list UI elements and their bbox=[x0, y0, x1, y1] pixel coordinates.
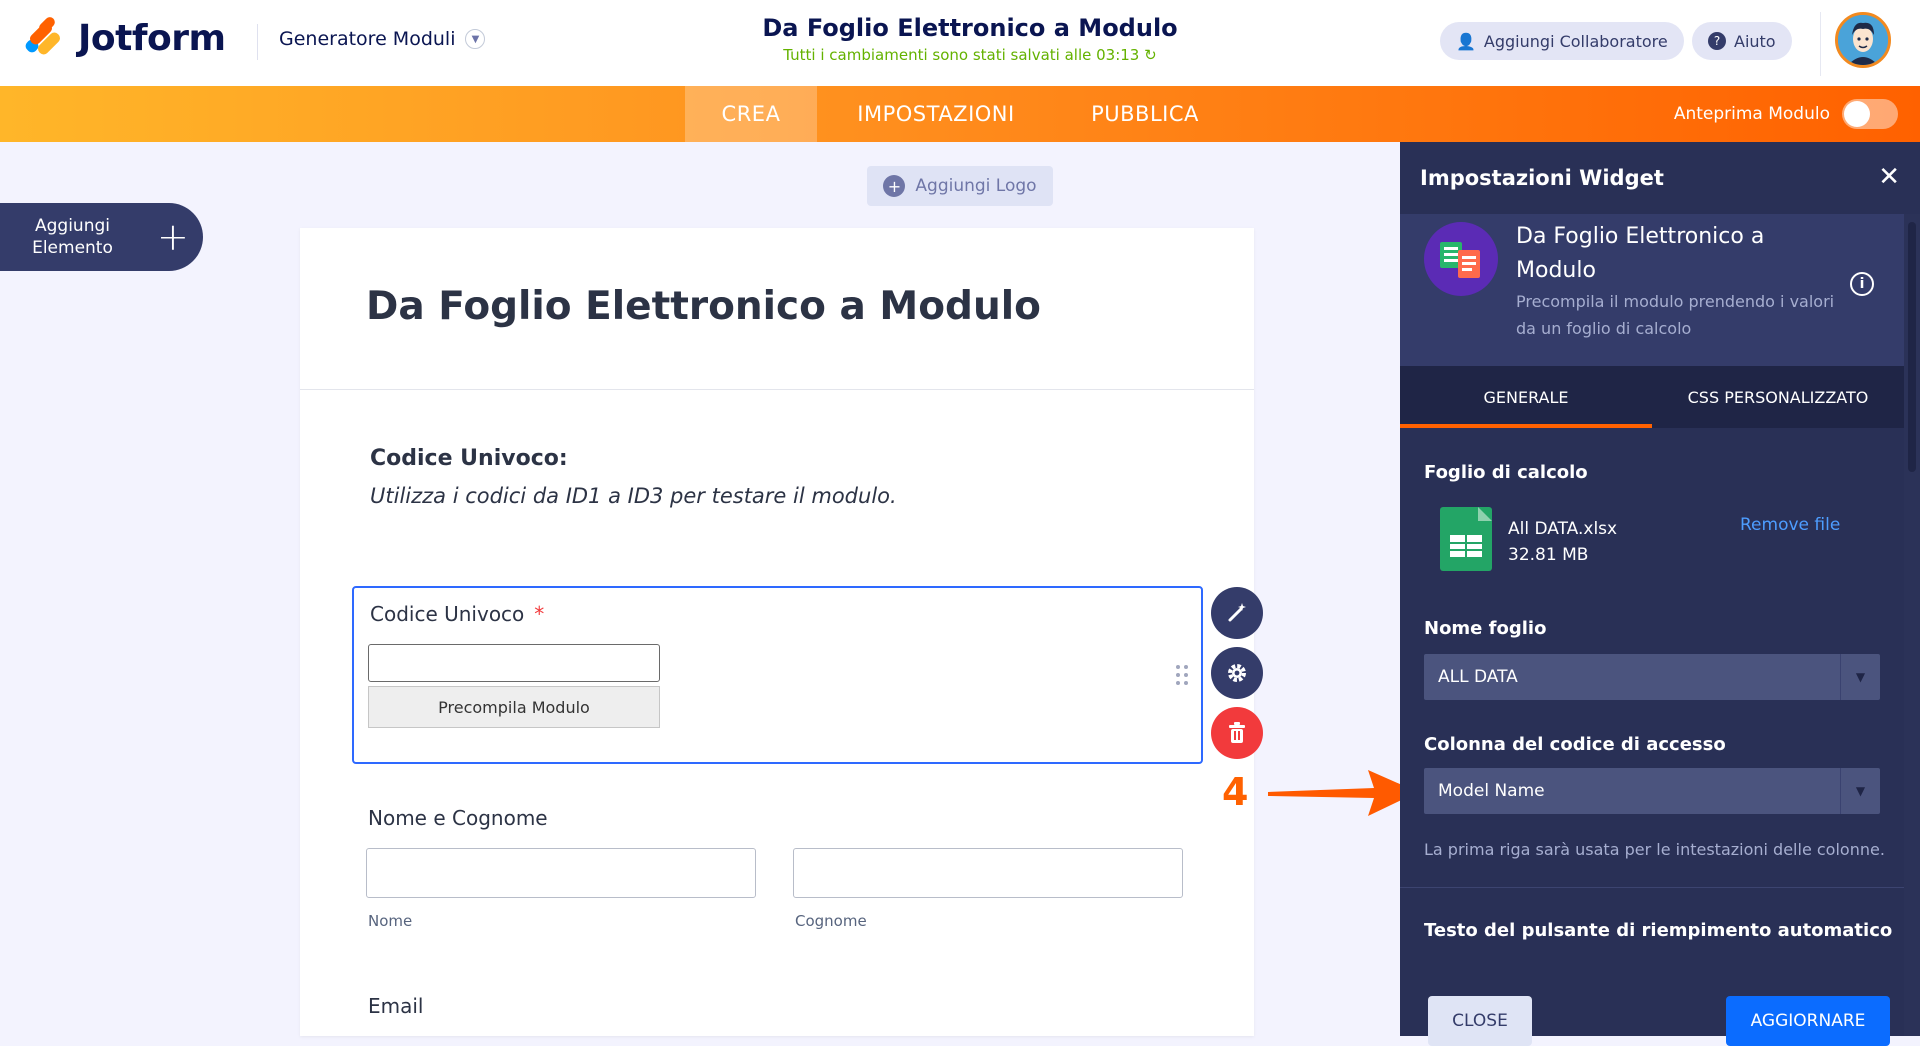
form-header[interactable]: Da Foglio Elettronico a Modulo bbox=[300, 228, 1254, 390]
prefill-button[interactable]: Precompila Modulo bbox=[368, 686, 660, 728]
add-collaborator-button[interactable]: 👤 Aggiungi Collaboratore bbox=[1440, 22, 1684, 60]
builder-navbar: CREA IMPOSTAZIONI PUBBLICA Anteprima Mod… bbox=[0, 86, 1920, 142]
widget-name: Da Foglio Elettronico a Modulo bbox=[1516, 224, 1765, 283]
intro-text[interactable]: Utilizza i codici da ID1 a ID3 per testa… bbox=[370, 484, 897, 508]
header-row-hint: La prima riga sarà usata per le intestaz… bbox=[1424, 840, 1885, 859]
first-name-input[interactable] bbox=[366, 848, 756, 898]
avatar[interactable] bbox=[1835, 12, 1891, 68]
panel-tabs: GENERALE CSS PERSONALIZZATO bbox=[1400, 366, 1904, 428]
close-button[interactable]: CLOSE bbox=[1428, 996, 1532, 1046]
tab-impostazioni[interactable]: IMPOSTAZIONI bbox=[838, 86, 1034, 142]
add-element-line2: Elemento bbox=[32, 238, 113, 258]
info-icon[interactable]: i bbox=[1850, 272, 1874, 296]
form-card: Da Foglio Elettronico a Modulo Codice Un… bbox=[300, 228, 1254, 1036]
add-element-line1: Aggiungi bbox=[35, 216, 110, 236]
scrollbar-thumb[interactable] bbox=[1908, 222, 1916, 472]
builder-menu-label: Generatore Moduli bbox=[279, 28, 456, 50]
toggle-knob bbox=[1844, 101, 1870, 127]
avatar-container bbox=[1820, 12, 1891, 76]
jotform-logo-icon bbox=[23, 15, 63, 58]
save-status: Tutti i cambiamenti sono stati salvati a… bbox=[640, 46, 1300, 64]
close-icon[interactable]: ✕ bbox=[1878, 162, 1900, 192]
add-element-button[interactable]: Aggiungi Elemento + bbox=[0, 203, 203, 271]
top-header: Jotform Generatore Moduli ▼ Da Foglio El… bbox=[0, 0, 1920, 86]
jotform-logo[interactable]: Jotform bbox=[23, 15, 226, 59]
tab-generale[interactable]: GENERALE bbox=[1400, 366, 1652, 428]
sheet-name-select[interactable]: ALL DATA ▼ bbox=[1424, 654, 1880, 700]
panel-title: Impostazioni Widget bbox=[1420, 166, 1664, 190]
plus-icon: + bbox=[157, 215, 189, 259]
intro-title[interactable]: Codice Univoco: bbox=[370, 446, 568, 471]
add-logo-label: Aggiungi Logo bbox=[915, 176, 1037, 196]
first-name-sublabel: Nome bbox=[368, 912, 413, 930]
uploaded-file: All DATA.xlsx 32.81 MB Remove file bbox=[1440, 507, 1870, 577]
save-status-text: Tutti i cambiamenti sono stati salvati a… bbox=[783, 46, 1140, 64]
header-divider bbox=[257, 24, 258, 60]
form-preview-control: Anteprima Modulo bbox=[1674, 86, 1898, 142]
name-field-label[interactable]: Nome e Cognome bbox=[368, 806, 548, 830]
magic-wand-icon bbox=[1228, 603, 1246, 622]
widget-description: Precompila il modulo prendendo i valori … bbox=[1516, 292, 1835, 338]
tab-pubblica[interactable]: PUBBLICA bbox=[1060, 86, 1230, 142]
dropdown-arrow-icon: ▼ bbox=[1840, 654, 1880, 700]
autofill-button-text-label: Testo del pulsante di riempimento automa… bbox=[1424, 920, 1893, 941]
delete-button[interactable] bbox=[1211, 707, 1263, 759]
file-size: 32.81 MB bbox=[1508, 545, 1589, 565]
access-column-value: Model Name bbox=[1438, 781, 1545, 801]
question-icon: ? bbox=[1708, 32, 1726, 50]
add-collaborator-label: Aggiungi Collaboratore bbox=[1483, 31, 1668, 51]
widget-settings-panel: Impostazioni Widget ✕ Da Foglio Elettron… bbox=[1400, 142, 1920, 1046]
preview-toggle[interactable] bbox=[1842, 99, 1898, 129]
trash-icon bbox=[1229, 722, 1245, 743]
access-column-select[interactable]: Model Name ▼ bbox=[1424, 768, 1880, 814]
form-title-area: Da Foglio Elettronico a Modulo Tutti i c… bbox=[640, 14, 1300, 64]
spreadsheet-file-icon bbox=[1440, 507, 1492, 571]
field-label: Codice Univoco * bbox=[370, 602, 544, 626]
email-field-label[interactable]: Email bbox=[368, 994, 424, 1018]
step-number: 4 bbox=[1222, 770, 1249, 814]
spreadsheet-to-form-icon bbox=[1440, 242, 1480, 278]
add-logo-button[interactable]: + Aggiungi Logo bbox=[867, 166, 1053, 206]
widget-icon bbox=[1424, 222, 1498, 296]
avatar-illustration bbox=[1838, 15, 1888, 65]
drag-handle-icon[interactable] bbox=[1176, 665, 1190, 687]
form-title[interactable]: Da Foglio Elettronico a Modulo bbox=[640, 14, 1300, 42]
tab-crea[interactable]: CREA bbox=[685, 86, 817, 142]
update-button[interactable]: AGGIORNARE bbox=[1726, 996, 1890, 1046]
help-label: Aiuto bbox=[1734, 31, 1776, 51]
form-heading[interactable]: Da Foglio Elettronico a Modulo bbox=[366, 284, 1041, 329]
logo-text: Jotform bbox=[78, 17, 226, 59]
plus-circle-icon: + bbox=[883, 175, 906, 197]
panel-scrollbar[interactable] bbox=[1904, 214, 1920, 1036]
refresh-icon: ↻ bbox=[1144, 46, 1157, 64]
field-label-text: Codice Univoco bbox=[370, 602, 525, 626]
required-mark: * bbox=[534, 602, 545, 626]
panel-divider bbox=[1400, 887, 1904, 888]
add-element-label: Aggiungi Elemento bbox=[0, 215, 145, 259]
tab-css-personalizzato[interactable]: CSS PERSONALIZZATO bbox=[1652, 366, 1904, 428]
properties-button[interactable] bbox=[1211, 647, 1263, 699]
field-codice-univoco[interactable]: Codice Univoco * Precompila Modulo bbox=[352, 586, 1203, 764]
panel-header: Impostazioni Widget ✕ bbox=[1400, 142, 1920, 214]
code-input[interactable] bbox=[368, 644, 660, 682]
widget-info: Da Foglio Elettronico a Modulo Precompil… bbox=[1400, 214, 1904, 366]
add-user-icon: 👤 bbox=[1456, 31, 1476, 51]
gear-icon bbox=[1228, 664, 1246, 682]
sheet-name-label: Nome foglio bbox=[1424, 618, 1547, 639]
builder-menu[interactable]: Generatore Moduli ▼ bbox=[279, 28, 486, 50]
spreadsheet-label: Foglio di calcolo bbox=[1424, 462, 1588, 483]
chevron-down-icon: ▼ bbox=[465, 29, 486, 49]
dropdown-arrow-icon: ▼ bbox=[1840, 768, 1880, 814]
help-button[interactable]: ? Aiuto bbox=[1692, 22, 1792, 60]
access-column-label: Colonna del codice di accesso bbox=[1424, 734, 1726, 755]
preview-label: Anteprima Modulo bbox=[1673, 104, 1830, 124]
annotation-arrow bbox=[1268, 770, 1418, 816]
file-name: All DATA.xlsx bbox=[1508, 519, 1618, 539]
last-name-input[interactable] bbox=[793, 848, 1183, 898]
last-name-sublabel: Cognome bbox=[795, 912, 867, 930]
remove-file-link[interactable]: Remove file bbox=[1740, 515, 1840, 535]
wand-button[interactable] bbox=[1211, 587, 1263, 639]
sheet-name-value: ALL DATA bbox=[1438, 667, 1518, 687]
